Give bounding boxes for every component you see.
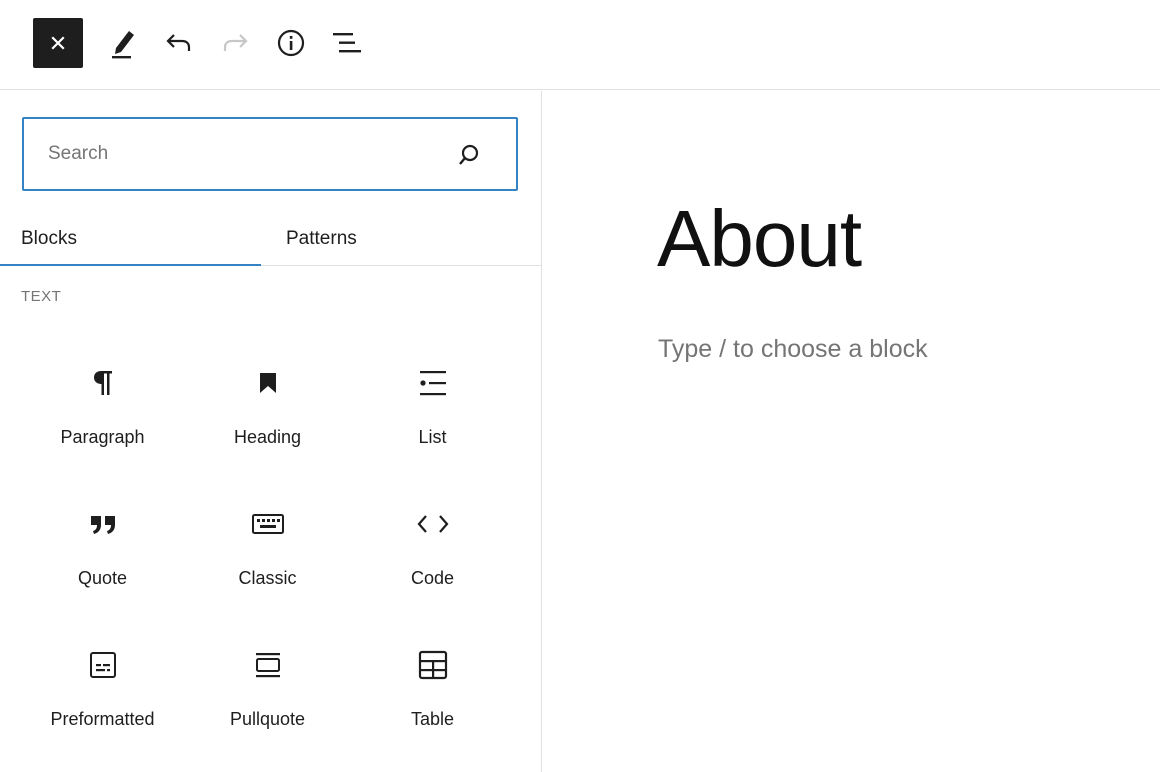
undo-button[interactable]: [154, 18, 204, 68]
block-item-table[interactable]: Table: [350, 633, 515, 753]
page-title[interactable]: About: [657, 199, 862, 279]
close-inserter-button[interactable]: [33, 18, 83, 68]
block-label: Table: [410, 709, 455, 729]
close-icon: [51, 36, 65, 50]
details-button[interactable]: [266, 18, 316, 68]
tab-patterns[interactable]: Patterns: [286, 211, 486, 266]
redo-icon: [223, 34, 248, 51]
block-item-pullquote[interactable]: Pullquote: [185, 633, 350, 753]
block-label: Pullquote: [229, 709, 306, 729]
search-box: [22, 117, 518, 191]
list-icon: [350, 363, 515, 403]
block-item-paragraph[interactable]: Paragraph: [20, 351, 185, 471]
block-item-list[interactable]: List: [350, 351, 515, 471]
redo-button[interactable]: [210, 18, 260, 68]
block-item-heading[interactable]: Heading: [185, 351, 350, 471]
inserter-tabs: Blocks Patterns: [0, 211, 542, 266]
keyboard-icon: [185, 504, 350, 544]
bookmark-icon: [185, 363, 350, 403]
editor-canvas: About Type / to choose a block: [543, 91, 1160, 772]
quote-icon: [20, 504, 185, 544]
active-tab-indicator: [0, 264, 261, 266]
info-icon: [277, 29, 305, 57]
tools-button[interactable]: [98, 18, 148, 68]
preformatted-icon: [20, 645, 185, 685]
block-label: Heading: [233, 427, 302, 447]
code-icon: [350, 504, 515, 544]
search-icon[interactable]: [458, 143, 480, 167]
list-view-icon: [333, 33, 361, 53]
pullquote-icon: [185, 645, 350, 685]
block-label: Paragraph: [60, 427, 145, 447]
block-item-classic[interactable]: Classic: [185, 492, 350, 612]
top-toolbar: [0, 0, 1160, 90]
block-inserter-panel: Blocks Patterns TEXT Paragraph Heading: [0, 91, 542, 772]
block-item-quote[interactable]: Quote: [20, 492, 185, 612]
search-input[interactable]: [24, 119, 444, 189]
block-item-code[interactable]: Code: [350, 492, 515, 612]
pencil-icon: [112, 31, 134, 59]
paragraph-icon: [20, 363, 185, 403]
category-heading: TEXT: [21, 288, 62, 305]
block-label: List: [418, 427, 447, 447]
block-item-preformatted[interactable]: Preformatted: [20, 633, 185, 753]
block-label: Code: [410, 568, 455, 588]
undo-icon: [166, 34, 191, 51]
table-icon: [350, 645, 515, 685]
block-label: Quote: [77, 568, 128, 588]
tab-blocks[interactable]: Blocks: [21, 211, 261, 266]
block-label: Preformatted: [50, 709, 155, 729]
block-placeholder[interactable]: Type / to choose a block: [658, 335, 928, 364]
block-label: Classic: [238, 568, 297, 588]
list-view-button[interactable]: [322, 18, 372, 68]
